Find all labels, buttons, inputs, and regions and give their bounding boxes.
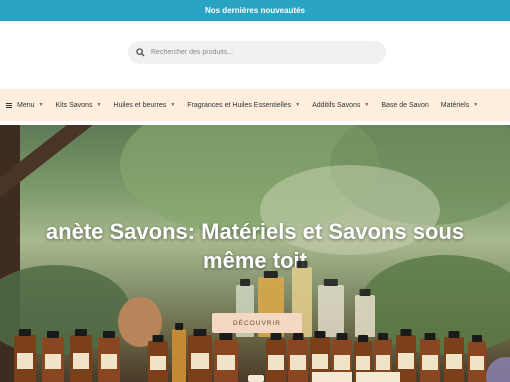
hero-banner: anète Savons: Matériels et Savons sous m… <box>0 125 510 382</box>
nav-item-label: Matériels <box>440 101 470 109</box>
soap-bar <box>312 372 352 382</box>
chevron-down-icon: ▼ <box>38 102 44 108</box>
nav-menu-toggle[interactable]: Menu ▼ <box>6 102 43 109</box>
amber-bottle <box>172 323 186 382</box>
lavender-shape <box>486 357 510 382</box>
announcement-text[interactable]: Nos dernières nouveautés <box>205 6 305 15</box>
amber-bottle <box>266 333 286 382</box>
nav-item-additifs[interactable]: Additifs Savons ▼ <box>312 102 369 109</box>
amber-bottle <box>42 331 64 382</box>
amber-bottle <box>288 333 308 382</box>
announcement-bar: Nos dernières nouveautés <box>0 0 510 21</box>
amber-bottle <box>14 329 36 382</box>
nav-item-label: Base de Savon <box>381 101 429 109</box>
amber-bottle <box>98 331 120 382</box>
chevron-down-icon: ▼ <box>364 102 370 108</box>
amber-bottle <box>188 329 212 382</box>
hero-title-line-2: même toit <box>203 248 307 273</box>
nav-item-huiles-beurres[interactable]: Huiles et beurres ▼ <box>113 102 175 109</box>
nav-item-label: Fragrances et Huiles Essentielles <box>187 101 292 109</box>
tealight <box>248 375 264 382</box>
chevron-down-icon: ▼ <box>473 102 479 108</box>
oil-bottle <box>355 289 375 337</box>
search-bar[interactable] <box>128 41 386 64</box>
amber-bottle <box>70 329 92 382</box>
nav-item-fragrances[interactable]: Fragrances et Huiles Essentielles ▼ <box>187 102 300 109</box>
chevron-down-icon: ▼ <box>170 102 176 108</box>
nav-item-label: Huiles et beurres <box>113 101 167 109</box>
nav-item-materiels[interactable]: Matériels ▼ <box>441 102 478 109</box>
amber-bottle <box>420 333 440 382</box>
chevron-down-icon: ▼ <box>295 102 301 108</box>
search-icon[interactable] <box>136 48 145 57</box>
nav-item-label: Kits Savons <box>55 101 93 109</box>
nav-menu-label: Menu <box>17 101 35 109</box>
discover-button[interactable]: DÉCOUVRIR <box>212 313 302 333</box>
soap-bar <box>356 372 400 382</box>
site-header <box>0 21 510 89</box>
nav-item-base-savon[interactable]: Base de Savon <box>381 102 428 109</box>
hero-title: anète Savons: Matériels et Savons sous m… <box>0 217 510 275</box>
amber-bottle <box>148 335 168 382</box>
amber-bottle <box>444 331 464 382</box>
amber-bottle <box>214 333 238 382</box>
nav-item-kits-savons[interactable]: Kits Savons ▼ <box>55 102 101 109</box>
hamburger-icon <box>6 102 12 108</box>
main-nav: Menu ▼ Kits Savons ▼ Huiles et beurres ▼… <box>0 89 510 121</box>
oil-bottle <box>318 279 344 337</box>
hero-title-line-1: anète Savons: Matériels et Savons sous <box>45 219 465 244</box>
nav-item-label: Additifs Savons <box>312 101 361 109</box>
amber-bottle <box>468 335 486 382</box>
search-input[interactable] <box>151 49 371 56</box>
chevron-down-icon: ▼ <box>96 102 102 108</box>
